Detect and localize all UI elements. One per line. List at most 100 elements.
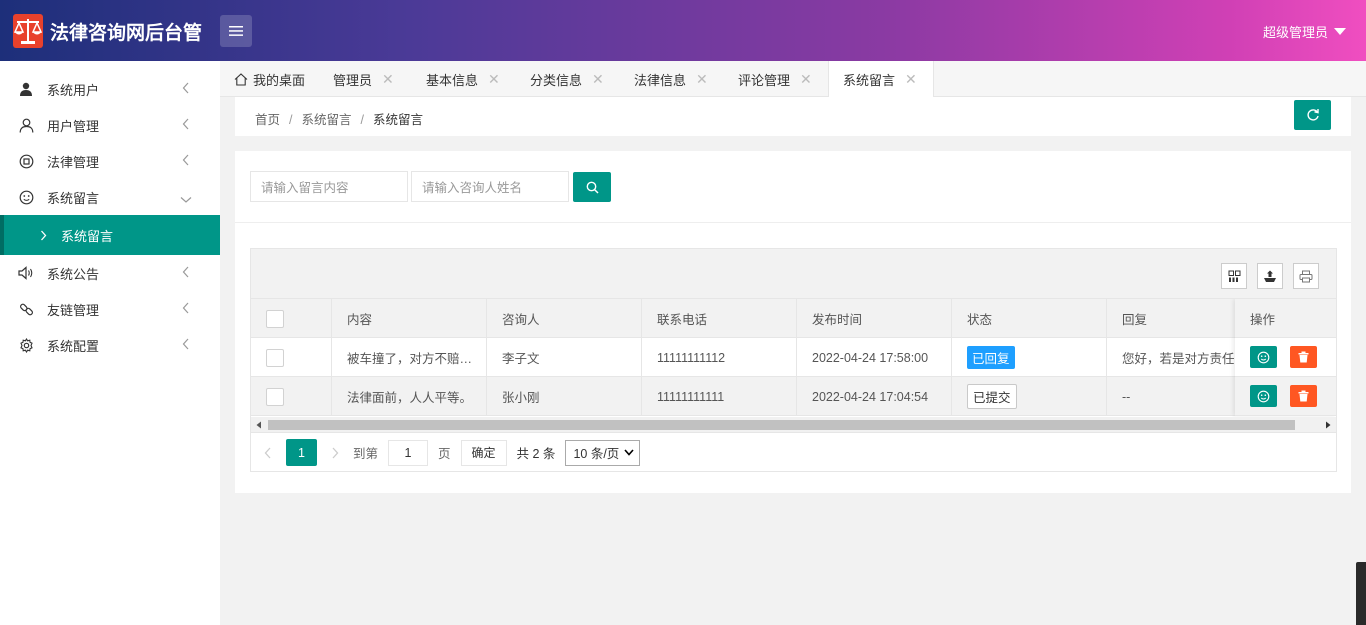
person-cell: 李子文 <box>487 338 642 377</box>
table-toolbar <box>251 249 1336 299</box>
search-row: 请输入留言内容 请输入咨询人姓名 <box>250 171 611 202</box>
tab-label: 评论管理 <box>738 72 791 88</box>
print-icon <box>1299 270 1313 282</box>
sidebar-item-announcements[interactable]: 系统公告 <box>0 255 220 291</box>
horizontal-scrollbar[interactable] <box>251 417 1336 433</box>
sidebar-item-label: 法律管理 <box>47 154 100 170</box>
sidebar-subitem-system-messages[interactable]: 系统留言 <box>0 215 220 255</box>
column-header[interactable]: 回复 <box>1107 299 1237 338</box>
column-header: 操作 <box>1235 299 1336 338</box>
close-icon[interactable]: ✕ <box>800 71 812 88</box>
scales-logo-icon <box>13 14 43 48</box>
column-header[interactable]: 内容 <box>332 299 487 338</box>
sidebar-item-system-config[interactable]: 系统配置 <box>0 327 220 363</box>
breadcrumb-bar: 首页 / 系统留言 / 系统留言 <box>235 97 1351 136</box>
reply-button[interactable] <box>1250 385 1277 407</box>
top-header: 法律咨询网后台管 超级管理员 <box>0 0 1366 61</box>
content-search-input[interactable]: 请输入留言内容 <box>250 171 408 202</box>
messages-table: 内容 咨询人 联系电话 发布时间 状态 回复 被车撞了，对方不赔… 李子文 11… <box>250 248 1337 472</box>
menu-toggle-button[interactable] <box>220 15 252 47</box>
smile-icon <box>18 189 34 205</box>
tab-label: 分类信息 <box>530 72 583 88</box>
column-header[interactable]: 咨询人 <box>487 299 642 338</box>
scrollbar-thumb[interactable] <box>268 420 1295 430</box>
chevron-left-icon <box>182 338 190 353</box>
tab-label: 法律信息 <box>634 72 687 88</box>
chevron-right-icon <box>41 230 47 240</box>
tab-label: 管理员 <box>333 72 373 88</box>
column-header[interactable]: 状态 <box>952 299 1107 338</box>
close-icon[interactable]: ✕ <box>592 71 604 88</box>
phone-cell: 11111111112 <box>642 338 797 377</box>
current-page[interactable]: 1 <box>286 439 317 466</box>
status-widget <box>1356 562 1366 625</box>
close-icon[interactable]: ✕ <box>905 71 917 88</box>
page-unit-label: 页 <box>438 447 451 461</box>
next-page-icon[interactable] <box>331 447 339 459</box>
chevron-down-icon <box>624 449 635 456</box>
chevron-left-icon <box>182 82 190 97</box>
sidebar-item-system-messages[interactable]: 系统留言 <box>0 179 220 215</box>
time-cell: 2022-04-24 17:58:00 <box>797 338 952 377</box>
search-button[interactable] <box>573 172 611 202</box>
user-outline-icon <box>18 117 34 133</box>
logo: 法律咨询网后台管 <box>10 13 202 49</box>
sidebar-item-friend-links[interactable]: 友链管理 <box>0 291 220 327</box>
columns-icon <box>1228 270 1240 282</box>
sidebar-item-user-management[interactable]: 用户管理 <box>0 107 220 143</box>
scroll-right-arrow-icon[interactable] <box>1324 421 1332 429</box>
tab-my-desktop[interactable]: 我的桌面 <box>234 61 305 97</box>
row-checkbox[interactable] <box>266 387 284 406</box>
sidebar-item-label: 用户管理 <box>47 118 100 134</box>
sidebar-item-law-management[interactable]: 法律管理 <box>0 143 220 179</box>
export-button[interactable] <box>1257 263 1283 289</box>
tab-comment-management[interactable]: 评论管理 ✕ <box>738 61 812 97</box>
tab-basic-info[interactable]: 基本信息 ✕ <box>426 61 500 97</box>
delete-button[interactable] <box>1290 385 1317 407</box>
chevron-left-icon <box>182 302 190 317</box>
refresh-button[interactable] <box>1294 100 1331 130</box>
prev-page-icon[interactable] <box>264 447 272 459</box>
chevron-down-icon <box>180 192 192 207</box>
sidebar-item-system-users[interactable]: 系统用户 <box>0 71 220 107</box>
column-header[interactable]: 发布时间 <box>797 299 952 338</box>
total-count: 共 2 条 <box>516 447 556 461</box>
breadcrumb-current: 系统留言 <box>373 113 424 127</box>
main-card: 请输入留言内容 请输入咨询人姓名 内容 咨询人 联系电话 发布时间 状态 回复 … <box>235 151 1351 493</box>
sidebar-item-label: 系统用户 <box>47 82 100 98</box>
caret-down-icon <box>1334 28 1346 35</box>
content-cell: 被车撞了，对方不赔… <box>332 338 487 377</box>
close-icon[interactable]: ✕ <box>696 71 708 88</box>
breadcrumb-section[interactable]: 系统留言 <box>302 113 352 127</box>
print-button[interactable] <box>1293 263 1319 289</box>
close-icon[interactable]: ✕ <box>488 71 500 88</box>
name-search-input[interactable]: 请输入咨询人姓名 <box>411 171 569 202</box>
status-badge: 已提交 <box>967 384 1017 409</box>
close-icon[interactable]: ✕ <box>382 71 394 88</box>
tab-admins[interactable]: 管理员 ✕ <box>333 61 394 97</box>
status-cell: 已提交 <box>952 377 1107 416</box>
tab-category-info[interactable]: 分类信息 ✕ <box>530 61 604 97</box>
page-size-select[interactable]: 10 条/页 <box>565 439 641 466</box>
status-badge: 已回复 <box>967 346 1015 369</box>
column-header[interactable]: 联系电话 <box>642 299 797 338</box>
confirm-button[interactable]: 确定 <box>460 439 507 466</box>
table-grid: 内容 咨询人 联系电话 发布时间 状态 回复 被车撞了，对方不赔… 李子文 11… <box>251 299 1336 417</box>
link-icon <box>18 301 34 317</box>
tab-law-info[interactable]: 法律信息 ✕ <box>634 61 708 97</box>
breadcrumb-home[interactable]: 首页 <box>255 113 280 127</box>
row-checkbox[interactable] <box>266 348 284 367</box>
goto-page-input[interactable]: 1 <box>388 439 429 466</box>
person-cell: 张小刚 <box>487 377 642 416</box>
select-all-checkbox[interactable] <box>266 309 284 328</box>
scroll-left-arrow-icon[interactable] <box>255 421 263 429</box>
page-tabs: 我的桌面 管理员 ✕ 基本信息 ✕ 分类信息 ✕ 法律信息 ✕ 评论管理 ✕ 系统留言 ✕ <box>220 61 1366 98</box>
column-filter-button[interactable] <box>1221 263 1247 289</box>
delete-button[interactable] <box>1290 346 1317 368</box>
admin-user-menu[interactable]: 超级管理员 <box>1263 22 1346 41</box>
page-size-value: 10 条/页 <box>573 447 620 461</box>
smile-icon <box>1257 390 1270 402</box>
tab-system-messages[interactable]: 系统留言 ✕ <box>828 61 934 98</box>
reply-button[interactable] <box>1250 346 1277 368</box>
sidebar-item-label: 系统公告 <box>47 266 100 282</box>
